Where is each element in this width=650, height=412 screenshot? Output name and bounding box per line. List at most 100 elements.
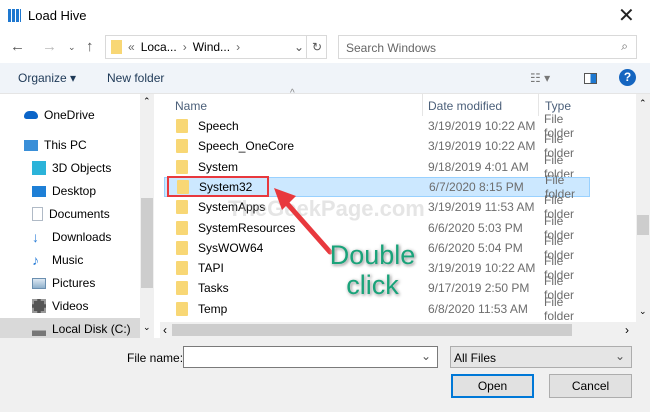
dialog-footer: File name: ⌄ All Files ⌄ Open Cancel	[0, 338, 650, 412]
file-name: Speech	[198, 119, 239, 133]
table-row[interactable]: Speech 3/19/2019 10:22 AM File folder	[164, 112, 590, 140]
back-button[interactable]: ←	[10, 38, 25, 55]
folder-icon	[176, 220, 188, 235]
scroll-left-icon[interactable]: ‹	[163, 323, 167, 337]
scroll-up-icon[interactable]: ⌃	[639, 98, 647, 109]
file-name: Temp	[198, 301, 228, 316]
new-folder-button[interactable]: New folder	[107, 71, 164, 85]
navigation-pane: OneDrive This PC 3D Objects Desktop Docu…	[0, 94, 140, 340]
breadcrumb-item[interactable]: Loca...	[141, 40, 177, 54]
date-modified: 3/19/2019 10:22 AM	[428, 139, 536, 154]
scroll-right-icon[interactable]: ›	[625, 323, 629, 337]
chevron-down-icon[interactable]: ⌄	[421, 349, 431, 363]
sidebar-item-downloads[interactable]: ↓ Downloads	[32, 226, 111, 248]
sidebar-item-label: Documents	[49, 207, 110, 221]
close-icon[interactable]: ✕	[618, 3, 635, 28]
view-options-icon[interactable]: ☷ ▾	[530, 71, 550, 85]
file-name-label: File name:	[127, 351, 184, 365]
file-name: SysWOW64	[198, 240, 264, 255]
scroll-thumb[interactable]	[637, 215, 649, 235]
sidebar-item-label: Downloads	[52, 230, 112, 244]
search-placeholder: Search Windows	[346, 41, 437, 55]
sidebar-item-this-pc[interactable]: This PC	[24, 134, 87, 156]
scroll-thumb[interactable]	[172, 324, 572, 336]
annotation-line: Double	[329, 240, 416, 270]
sidebar-item-local-disk[interactable]: Local Disk (C:)	[0, 318, 140, 340]
download-icon: ↓	[32, 229, 39, 245]
table-row[interactable]: Temp 6/8/2020 11:53 AM File folder	[164, 295, 590, 323]
search-input[interactable]: Search Windows ⌕	[338, 35, 637, 59]
chevron-right-icon: ›	[182, 40, 187, 54]
address-bar[interactable]: « Loca... › Wind... › ⌄ ↻	[105, 35, 327, 59]
folder-icon	[176, 159, 188, 174]
chevron-down-icon[interactable]: ⌄	[294, 40, 304, 54]
sidebar-item-documents[interactable]: Documents	[32, 203, 110, 225]
folder-icon	[176, 139, 188, 154]
scroll-up-icon[interactable]: ⌃	[143, 96, 151, 107]
cancel-button[interactable]: Cancel	[549, 374, 632, 398]
file-name: System	[198, 159, 239, 174]
sidebar-item-videos[interactable]: Videos	[32, 295, 88, 317]
refresh-icon[interactable]: ↻	[306, 36, 327, 58]
table-row[interactable]: System 9/18/2019 4:01 AM File folder	[164, 153, 590, 181]
annotation-line: click	[346, 270, 399, 300]
file-type-select[interactable]: All Files ⌄	[450, 346, 632, 368]
date-modified: 6/6/2020 5:04 PM	[428, 240, 523, 255]
sidebar-item-label: Videos	[52, 299, 89, 313]
sidebar-item-label: Local Disk (C:)	[52, 322, 131, 336]
file-name: Tasks	[198, 281, 229, 296]
forward-button[interactable]: →	[42, 38, 57, 55]
column-header-type[interactable]: Type	[545, 99, 571, 113]
file-name: Speech_OneCore	[198, 139, 295, 154]
title-bar: Load Hive ✕	[0, 0, 650, 32]
list-scrollbar[interactable]: ⌃ ⌄	[636, 94, 650, 322]
help-icon[interactable]: ?	[619, 69, 636, 86]
scroll-down-icon[interactable]: ⌄	[639, 306, 647, 317]
column-header-date[interactable]: Date modified	[428, 99, 502, 113]
highlight-box	[167, 176, 269, 197]
sidebar-scrollbar[interactable]: ⌃ ⌄	[140, 94, 154, 338]
folder-icon	[176, 301, 188, 316]
chevron-down-icon: ⌄	[614, 349, 625, 363]
open-button[interactable]: Open	[451, 374, 534, 398]
column-header-name[interactable]: Name	[175, 99, 207, 113]
date-modified: 3/19/2019 11:53 AM	[428, 200, 535, 215]
up-button[interactable]: ↑	[86, 38, 94, 55]
file-name-input[interactable]: ⌄	[183, 346, 438, 368]
sidebar-item-pictures[interactable]: Pictures	[32, 272, 95, 294]
date-modified: 3/19/2019 10:22 AM	[428, 119, 536, 133]
horizontal-scrollbar[interactable]: ‹ ›	[160, 322, 650, 338]
sidebar-item-label: 3D Objects	[52, 161, 112, 175]
folder-icon	[176, 261, 188, 276]
search-icon: ⌕	[621, 39, 628, 53]
table-row[interactable]: Speech_OneCore 3/19/2019 10:22 AM File fol…	[164, 132, 590, 160]
registry-app-icon	[8, 9, 21, 22]
sidebar-item-onedrive[interactable]: OneDrive	[24, 104, 95, 126]
desktop-icon	[32, 185, 46, 197]
folder-icon	[111, 40, 122, 54]
date-modified: 9/18/2019 4:01 AM	[428, 159, 529, 174]
drive-icon	[32, 322, 46, 336]
sidebar-item-label: This PC	[44, 138, 87, 152]
overflow-icon: «	[128, 40, 135, 54]
cloud-icon	[24, 111, 38, 119]
sidebar-item-desktop[interactable]: Desktop	[32, 180, 96, 202]
sidebar-item-3d-objects[interactable]: 3D Objects	[32, 157, 111, 179]
date-modified: 6/7/2020 8:15 PM	[429, 179, 524, 194]
recent-locations-icon[interactable]: ⌄	[68, 42, 76, 53]
breadcrumb-item[interactable]: Wind...	[193, 40, 230, 54]
scroll-down-icon[interactable]: ⌄	[143, 322, 151, 333]
scroll-thumb[interactable]	[141, 198, 153, 288]
sidebar-item-label: OneDrive	[44, 108, 95, 122]
sidebar-item-music[interactable]: ♪ Music	[32, 249, 83, 271]
annotation-text: Double click	[325, 240, 420, 300]
file-name: TAPI	[198, 261, 224, 276]
folder-icon	[176, 200, 188, 215]
video-icon	[32, 299, 46, 313]
folder-icon	[176, 240, 188, 255]
preview-pane-icon[interactable]	[584, 73, 597, 84]
organize-button[interactable]: Organize ▾	[18, 71, 76, 85]
window-title: Load Hive	[28, 8, 87, 23]
date-modified: 6/6/2020 5:03 PM	[428, 220, 523, 235]
document-icon	[32, 207, 43, 221]
